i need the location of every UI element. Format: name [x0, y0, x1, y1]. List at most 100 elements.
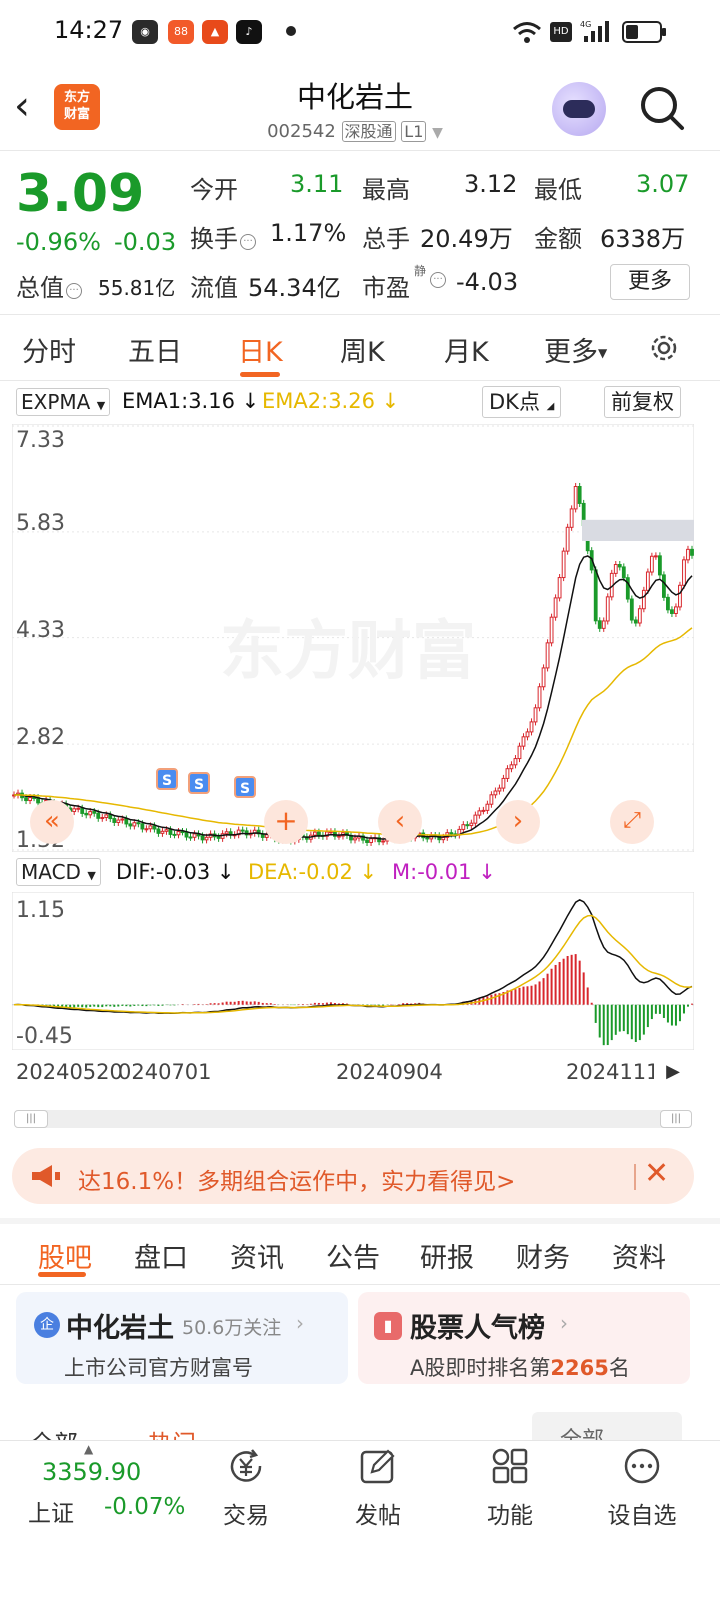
tab-finance[interactable]: 财务 [516, 1236, 570, 1275]
candle-body [337, 835, 341, 838]
info-icon[interactable]: ··· [66, 283, 82, 299]
candle-body [597, 620, 602, 629]
company-card-title: 中化岩土 [66, 1313, 174, 1344]
candle-body [204, 836, 209, 841]
tab-monthly-k[interactable]: 月K [444, 330, 489, 369]
candle-body [493, 790, 498, 796]
search-icon[interactable] [638, 84, 686, 132]
dif-line [13, 899, 693, 1015]
volume-label: 总手 [362, 225, 410, 253]
resistance-band [582, 519, 694, 541]
candle-body [124, 818, 129, 825]
index-change[interactable]: -0.07% [104, 1494, 185, 1520]
candle-body [501, 777, 506, 789]
scroll-handle-right[interactable]: ||| [660, 1110, 692, 1128]
candle-body [565, 526, 570, 552]
candle-body [148, 825, 153, 830]
candle-body [72, 808, 77, 813]
trade-yuan-icon[interactable] [226, 1446, 266, 1486]
4g-signal-icon: 4G [580, 20, 609, 42]
stock-code-row[interactable]: 002542 深股通 L1 ▼ [200, 118, 510, 142]
candle-body [461, 824, 466, 830]
adjust-button[interactable]: 前复权 [604, 386, 681, 418]
stock-name[interactable]: 中化岩土 [200, 74, 510, 116]
chart-scrollbar[interactable] [14, 1110, 692, 1128]
scroll-right-icon[interactable]: ▶ [654, 1054, 692, 1090]
tab-five-day[interactable]: 五日 [128, 330, 182, 369]
index-value[interactable]: 3359.90 [42, 1458, 141, 1486]
candle-body [200, 835, 205, 841]
candle-body [136, 822, 141, 825]
candle-body [513, 758, 518, 766]
low-label: 最低 [534, 176, 582, 204]
index-name[interactable]: 上证 [28, 1494, 74, 1528]
hd-icon: HD [550, 22, 572, 42]
tab-pankou[interactable]: 盘口 [134, 1236, 188, 1275]
header-divider [0, 150, 720, 151]
s-marker-icon[interactable]: S [188, 772, 210, 794]
tab-profile[interactable]: 资料 [612, 1236, 666, 1275]
more-quote-button[interactable]: 更多 [610, 264, 690, 300]
candle-body [473, 814, 478, 824]
scroll-handle-left[interactable]: ||| [14, 1110, 48, 1128]
tab-research[interactable]: 研报 [420, 1236, 474, 1275]
battery-icon [622, 21, 666, 43]
candle-body [529, 721, 534, 733]
candle-body [633, 619, 638, 624]
nav-watchlist[interactable]: 设自选 [592, 1496, 692, 1530]
macd-chart[interactable] [12, 892, 694, 1050]
gear-icon[interactable] [646, 330, 682, 366]
svg-text:4G: 4G [580, 20, 591, 29]
candle-body [593, 569, 598, 622]
candle-body [180, 831, 185, 834]
tab-daily-k[interactable]: 日K [238, 330, 283, 369]
company-followers: 50.6万关注 [182, 1317, 282, 1339]
macd-selector[interactable]: MACD ▼ [16, 858, 101, 886]
expma-label: EXPMA [21, 390, 91, 414]
candle-body [164, 829, 169, 832]
tab-weekly-k[interactable]: 周K [340, 330, 385, 369]
eastmoney-logo[interactable]: 东方 财富 [54, 84, 100, 130]
fullscreen-icon[interactable]: ⤢ [610, 800, 654, 844]
close-icon[interactable]: ✕ [644, 1158, 669, 1190]
prev-icon[interactable]: ‹ [378, 800, 422, 844]
candle-body [497, 787, 502, 792]
nav-trade[interactable]: 交易 [196, 1496, 296, 1530]
candle-body [653, 555, 658, 558]
banner-text[interactable]: 达16.1%！多期组合运作中，实力看得见> [78, 1162, 515, 1196]
s-marker-icon[interactable]: S [156, 768, 178, 790]
zoom-in-icon[interactable]: + [264, 800, 308, 844]
candle-body [140, 823, 145, 830]
tab-more[interactable]: 更多▼ [544, 330, 607, 369]
next-icon[interactable]: › [496, 800, 540, 844]
tab-news[interactable]: 资讯 [230, 1236, 284, 1275]
candle-body [489, 794, 494, 805]
quote-divider [0, 314, 720, 315]
rewind-icon[interactable]: « [30, 800, 74, 844]
s-marker-icon[interactable]: S [234, 776, 256, 798]
post-edit-icon[interactable] [358, 1446, 398, 1486]
change-value: -0.03 [114, 228, 177, 256]
add-watchlist-icon[interactable] [622, 1446, 662, 1486]
tab-announcements[interactable]: 公告 [326, 1236, 380, 1275]
nav-post[interactable]: 发帖 [328, 1496, 428, 1530]
functions-grid-icon[interactable] [490, 1446, 530, 1486]
date-label: 20240520 [16, 1060, 123, 1084]
candle-body [533, 707, 538, 723]
candle-body [613, 564, 618, 574]
expma-selector[interactable]: EXPMA ▼ [16, 388, 111, 416]
candle-body [553, 597, 558, 618]
back-button[interactable]: ‹ [14, 86, 50, 130]
candle-body [312, 831, 317, 836]
pe-info-icon[interactable]: ··· [428, 270, 448, 289]
tab-guba[interactable]: 股吧 [38, 1236, 92, 1275]
candle-body [116, 819, 121, 823]
tab-intraday[interactable]: 分时 [22, 330, 76, 369]
nav-functions[interactable]: 功能 [460, 1496, 560, 1530]
turnover-label: 换手 ··· [190, 219, 258, 254]
info-icon[interactable]: ··· [240, 234, 256, 250]
ranking-chart-icon: ▮ [374, 1312, 402, 1340]
candle-body [678, 584, 682, 608]
candle-body [477, 810, 482, 816]
dk-point-button[interactable]: DK点 ◢ [482, 386, 562, 418]
